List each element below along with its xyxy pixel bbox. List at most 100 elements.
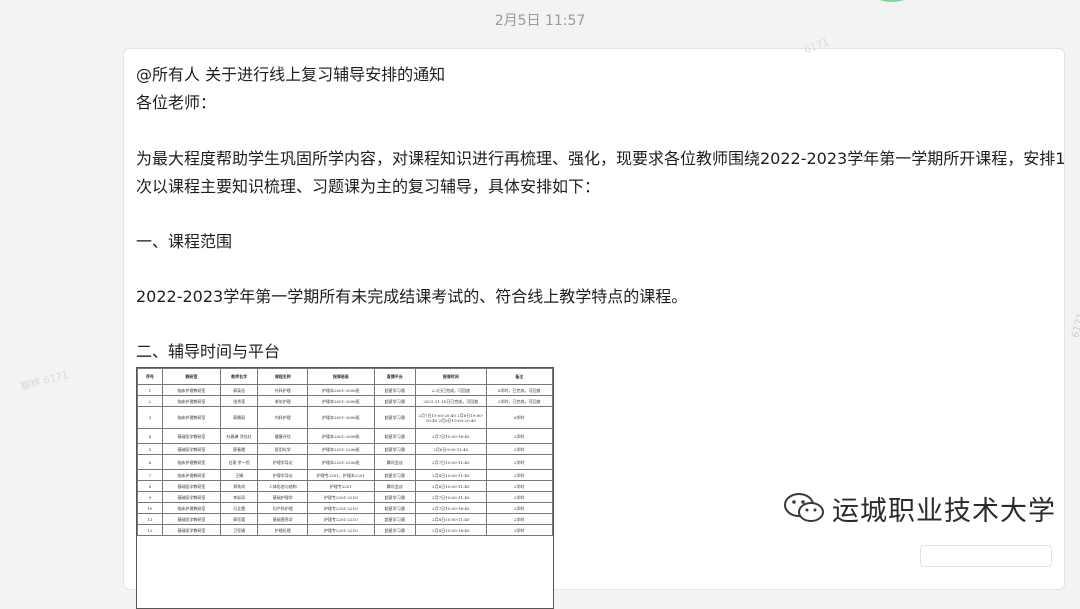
table-cell: 护理专2201-2210	[307, 524, 375, 536]
table-cell: 2月7日15:00-16:40	[415, 502, 487, 514]
table-cell: 基础医学教研室	[161, 428, 221, 444]
section-heading-1: 一、课程范围	[136, 232, 233, 251]
table-cell: 护理本2201-2206班	[307, 443, 375, 455]
table-cell: 临床护理教研室	[161, 502, 221, 514]
table-cell: 临床护理教研室	[161, 395, 221, 407]
table-cell: 护理学导论	[257, 454, 309, 470]
table-row: 3 临床护理教研室 郭晨丽 内科护理 护理本2001-2008班 超星学习通 2月7日19:…	[137, 406, 553, 429]
schedule-table-image[interactable]: 序号 教研室 教师名字 课程名称 授课班级 直播平台 授课时间 备注 1 临床护理…	[136, 367, 554, 609]
table-cell: 医用化学	[257, 443, 309, 455]
table-cell: 2.3日已完成，可回放	[415, 384, 487, 396]
message-paragraph-cont: 次以课程主要知识梳理、习题课为主的复习辅导，具体安排如下：	[136, 177, 601, 196]
header-cell: 授课班级	[307, 368, 375, 385]
table-cell: 护理本2001-2008班	[307, 395, 375, 407]
table-row: 2 临床护理教研室 张秀莲 老年护理 护理本2001-2008班 超星学习通 2022.11…	[137, 395, 553, 407]
table-cell: 2学时	[485, 480, 553, 492]
table-cell: 腾讯会议	[373, 454, 417, 470]
table-row: 8 基础医学教研室 郑秋尚 人体形态与结构 护理专2201 腾讯会议 2月6日10:00-1…	[137, 480, 553, 492]
table-cell: 6学时	[485, 406, 553, 429]
message-title: @所有人 关于进行线上复习辅导安排的通知	[136, 65, 446, 84]
table-cell: 护理伦理	[257, 524, 309, 536]
table-cell: 2月6日10:00-11:40	[415, 480, 487, 492]
table-row: 1 临床护理教研室 郭英佳 外科护理 护理本2001-2008班 超星学习通 2.3日已完成…	[137, 384, 553, 396]
input-box-edge[interactable]	[920, 545, 1052, 567]
table-cell: 8	[137, 480, 163, 492]
table-cell: 王娟	[219, 469, 259, 481]
table-cell: 2	[137, 395, 163, 407]
table-cell: 护理本2201-2206班	[307, 454, 375, 470]
table-cell: 7	[137, 469, 163, 481]
table-cell: 超星学习通	[373, 384, 417, 396]
schedule-table: 序号 教研室 教师名字 课程名称 授课班级 直播平台 授课时间 备注 1 临床护理…	[137, 368, 553, 536]
table-cell: 护理本2001-2008班	[307, 384, 375, 396]
table-cell: 超星学习通	[373, 395, 417, 407]
table-cell: 郭钰蓉	[219, 513, 259, 525]
table-cell: 2学时	[485, 454, 553, 470]
message-paragraph: 为最大程度帮助学生巩固所学内容，对课程知识进行再梳理、强化，现要求各位教师围绕2…	[136, 149, 1066, 168]
table-cell: 李彩凤	[219, 491, 259, 503]
brand-watermark: 运城职业技术大学	[782, 488, 1056, 528]
table-row: 10 临床护理教研室 冯艾霞 妇产科护理 护理专2201-2210 超星学习通 2月7日15…	[137, 502, 553, 514]
sender-avatar[interactable]	[870, 0, 914, 2]
brand-name: 运城职业技术大学	[832, 495, 1056, 527]
table-cell: 11	[137, 513, 163, 525]
table-cell: 2学时	[485, 443, 553, 455]
table-cell: 护理专2201-2210	[307, 502, 375, 514]
message-timestamp: 2月5日 11:57	[494, 13, 586, 29]
table-cell: 基础医学教研室	[161, 524, 221, 536]
table-cell: 人体形态与结构	[257, 480, 309, 492]
header-cell: 课程名称	[257, 368, 309, 385]
watermark-text: 聊梓 6171	[19, 369, 70, 394]
table-row: 6 临床护理教研室 吕燕 余一恒 护理学导论 护理本2201-2206班 腾讯会议 2月7日…	[137, 454, 553, 470]
header-cell: 直播平台	[373, 368, 417, 385]
table-cell: 10	[137, 502, 163, 514]
table-cell: 4	[137, 428, 163, 444]
table-cell: 2月7日10:00-11:40	[415, 491, 487, 503]
table-cell: 基础护理学	[257, 491, 309, 503]
table-cell: 超星学习通	[373, 524, 417, 536]
watermark-text: 6171	[1070, 311, 1080, 340]
table-cell: 外科护理	[257, 384, 309, 396]
table-cell: 2月8日10:00-11:40	[415, 513, 487, 525]
table-cell: 2022.11.16日已完成，可回放	[415, 395, 487, 407]
section-heading-2: 二、辅导时间与平台	[136, 342, 281, 361]
table-cell: 郭英佳	[219, 384, 259, 396]
table-cell: 基础医学教研室	[161, 513, 221, 525]
table-cell: 临床护理教研室	[161, 406, 221, 429]
table-cell: 护理本2001-2008班	[307, 428, 375, 444]
table-cell: 临床护理教研室	[161, 384, 221, 396]
table-cell: 2月8日15:00-16:40	[415, 524, 487, 536]
table-cell: 2学时	[485, 502, 553, 514]
table-cell: 2学时，已完成，可回放	[485, 395, 553, 407]
table-cell: 临床护理教研室	[161, 469, 221, 481]
table-cell: 基础医学教研室	[161, 480, 221, 492]
table-cell: 3	[137, 406, 163, 429]
table-cell: 9	[137, 491, 163, 503]
table-cell: 2月7日15:00-16:40	[415, 428, 487, 444]
table-cell: 护理专2201-2210	[307, 513, 375, 525]
table-cell: 12	[137, 524, 163, 536]
table-cell: 超星学习通	[373, 443, 417, 455]
table-cell: 1	[137, 384, 163, 396]
table-cell: 杜春琳 涂佳红	[219, 428, 259, 444]
table-cell: 超星学习通	[373, 428, 417, 444]
table-body: 1 临床护理教研室 郭英佳 外科护理 护理本2001-2008班 超星学习通 2.3日已完成…	[137, 384, 553, 536]
table-row: 12 基础医学教研室 卫亚娟 护理伦理 护理专2201-2210 超星学习通 2月8日15:…	[137, 524, 553, 536]
table-cell: 护理学导论	[257, 469, 309, 481]
table-cell: 2月7日10:00-11:40	[415, 454, 487, 470]
message-greeting: 各位老师：	[136, 93, 217, 112]
table-cell: 腾讯会议	[373, 480, 417, 492]
table-row: 7 临床护理教研室 王娟 护理学导论 护理专2201、护理本2201 超星学习通 2月8日1…	[137, 469, 553, 481]
table-cell: 超星学习通	[373, 491, 417, 503]
table-cell: 张秀莲	[219, 395, 259, 407]
table-cell: 卫亚娟	[219, 524, 259, 536]
table-cell: 2月8日10:00-11:40	[415, 469, 487, 481]
table-cell: 6	[137, 454, 163, 470]
table-cell: 5	[137, 443, 163, 455]
table-header-row: 序号 教研室 教师名字 课程名称 授课班级 直播平台 授课时间 备注	[137, 368, 553, 385]
table-cell: 护理专2201、护理本2201	[307, 469, 375, 481]
table-cell: 2月7日19:00-20:40 2月8日19:00-20:40 2月9日19:0…	[415, 406, 487, 429]
table-cell: 2学时	[485, 524, 553, 536]
header-cell: 教师名字	[219, 368, 259, 385]
table-cell: 超星学习通	[373, 469, 417, 481]
